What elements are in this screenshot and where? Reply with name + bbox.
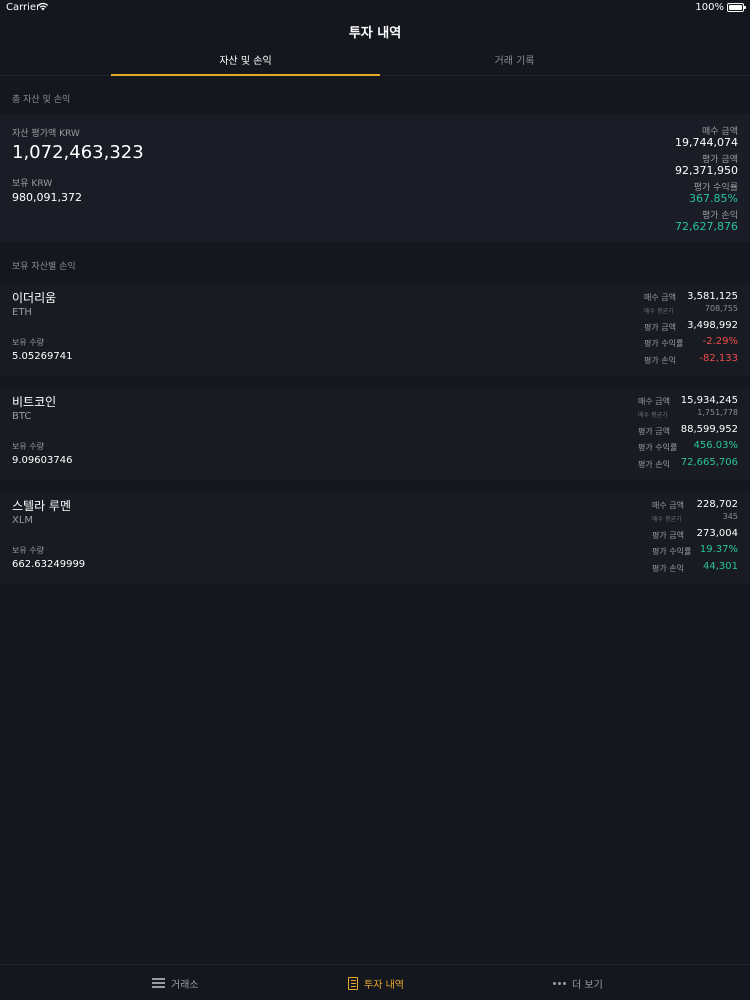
total-asset-value: 1,072,463,323 bbox=[12, 142, 144, 163]
menu-icon bbox=[152, 978, 165, 988]
tab-assets-and-pnl[interactable]: 자산 및 손익 bbox=[111, 50, 380, 76]
avg-price-value: 1,751,778 bbox=[697, 408, 738, 417]
buy-amount-label: 매수 금액 bbox=[644, 293, 676, 302]
avg-price-label: 매수 평균가 bbox=[638, 412, 668, 419]
summary-buy-value: 19,744,074 bbox=[675, 136, 738, 149]
page-title: 투자 내역 bbox=[348, 26, 402, 41]
eval-amount-value: 273,004 bbox=[696, 528, 738, 539]
more-dots-icon bbox=[553, 981, 566, 985]
avg-price-label: 매수 평균가 bbox=[644, 308, 674, 315]
eval-amount-label: 평가 금액 bbox=[644, 323, 676, 332]
avg-price-label: 매수 평균가 bbox=[652, 516, 682, 523]
battery-percent: 100% bbox=[695, 2, 724, 13]
status-bar: Carrier 100% bbox=[0, 0, 750, 16]
bottom-tab-more[interactable]: 더 보기 bbox=[553, 965, 603, 1000]
buy-amount-label: 매수 금액 bbox=[638, 397, 670, 406]
eval-pnl-value: -82,133 bbox=[699, 353, 738, 364]
asset-name: 비트코인 bbox=[12, 395, 57, 409]
bottom-tab-label: 거래소 bbox=[171, 979, 199, 991]
asset-card-xlm[interactable]: 스텔라 루멘 XLM 보유 수량 662.63249999 매수 금액 228,… bbox=[0, 491, 750, 585]
avg-price-value: 345 bbox=[722, 512, 738, 521]
tab-trade-history[interactable]: 거래 기록 bbox=[380, 50, 649, 76]
eval-amount-label: 평가 금액 bbox=[638, 427, 670, 436]
wifi-icon bbox=[37, 2, 49, 11]
quantity-label: 보유 수량 bbox=[12, 338, 44, 347]
asset-ticker: XLM bbox=[12, 515, 34, 526]
carrier-label: Carrier bbox=[6, 2, 41, 13]
total-asset-label: 자산 평가액 KRW bbox=[12, 129, 80, 139]
summary-pnl-value: 72,627,876 bbox=[675, 220, 738, 233]
battery-icon bbox=[727, 3, 746, 12]
asset-card-eth[interactable]: 이더리움 ETH 보유 수량 5.05269741 매수 금액 3,581,12… bbox=[0, 283, 750, 377]
summary-eval-value: 92,371,950 bbox=[675, 164, 738, 177]
asset-name: 스텔라 루멘 bbox=[12, 499, 72, 513]
eval-amount-value: 3,498,992 bbox=[687, 320, 738, 331]
asset-card-btc[interactable]: 비트코인 BTC 보유 수량 9.09603746 매수 금액 15,934,2… bbox=[0, 387, 750, 481]
held-krw-value: 980,091,372 bbox=[12, 191, 82, 204]
bottom-tab-investment-history[interactable]: 투자 내역 bbox=[348, 965, 404, 1000]
segment-tabs: 자산 및 손익 거래 기록 bbox=[0, 50, 750, 76]
eval-rate-value: 456.03% bbox=[693, 440, 739, 451]
quantity-value: 662.63249999 bbox=[12, 559, 86, 570]
asset-ticker: ETH bbox=[12, 307, 32, 318]
total-section-title: 총 자산 및 손익 bbox=[12, 95, 71, 105]
holdings-section-title: 보유 자산별 손익 bbox=[12, 262, 76, 272]
eval-amount-value: 88,599,952 bbox=[680, 424, 738, 435]
held-krw-label: 보유 KRW bbox=[12, 179, 53, 189]
bottom-tab-label: 더 보기 bbox=[572, 979, 603, 991]
buy-amount-value: 228,702 bbox=[696, 499, 738, 510]
eval-rate-label: 평가 수익률 bbox=[652, 547, 692, 556]
asset-ticker: BTC bbox=[12, 411, 32, 422]
quantity-label: 보유 수량 bbox=[12, 442, 44, 451]
eval-pnl-label: 평가 손익 bbox=[652, 564, 684, 573]
eval-pnl-value: 44,301 bbox=[703, 561, 738, 572]
quantity-value: 9.09603746 bbox=[12, 455, 73, 466]
eval-pnl-label: 평가 손익 bbox=[638, 460, 670, 469]
eval-amount-label: 평가 금액 bbox=[652, 531, 684, 540]
bottom-tab-label: 투자 내역 bbox=[364, 979, 404, 991]
summary-rate-value: 367.85% bbox=[689, 192, 738, 205]
eval-rate-label: 평가 수익률 bbox=[638, 443, 678, 452]
bottom-tab-bar: 거래소 투자 내역 더 보기 bbox=[0, 964, 750, 1000]
eval-rate-value: -2.29% bbox=[702, 336, 738, 347]
asset-name: 이더리움 bbox=[12, 291, 57, 305]
quantity-value: 5.05269741 bbox=[12, 351, 73, 362]
summary-card: 자산 평가액 KRW 1,072,463,323 보유 KRW 980,091,… bbox=[0, 114, 750, 242]
buy-amount-value: 3,581,125 bbox=[687, 291, 738, 302]
eval-rate-value: 19.37% bbox=[699, 544, 738, 555]
eval-rate-label: 평가 수익률 bbox=[644, 339, 684, 348]
eval-pnl-value: 72,665,706 bbox=[680, 457, 738, 468]
document-icon bbox=[348, 976, 358, 990]
bottom-tab-exchange[interactable]: 거래소 bbox=[152, 965, 199, 1000]
eval-pnl-label: 평가 손익 bbox=[644, 356, 676, 365]
buy-amount-value: 15,934,245 bbox=[680, 395, 738, 406]
buy-amount-label: 매수 금액 bbox=[652, 501, 684, 510]
quantity-label: 보유 수량 bbox=[12, 546, 44, 555]
avg-price-value: 708,755 bbox=[704, 304, 738, 313]
